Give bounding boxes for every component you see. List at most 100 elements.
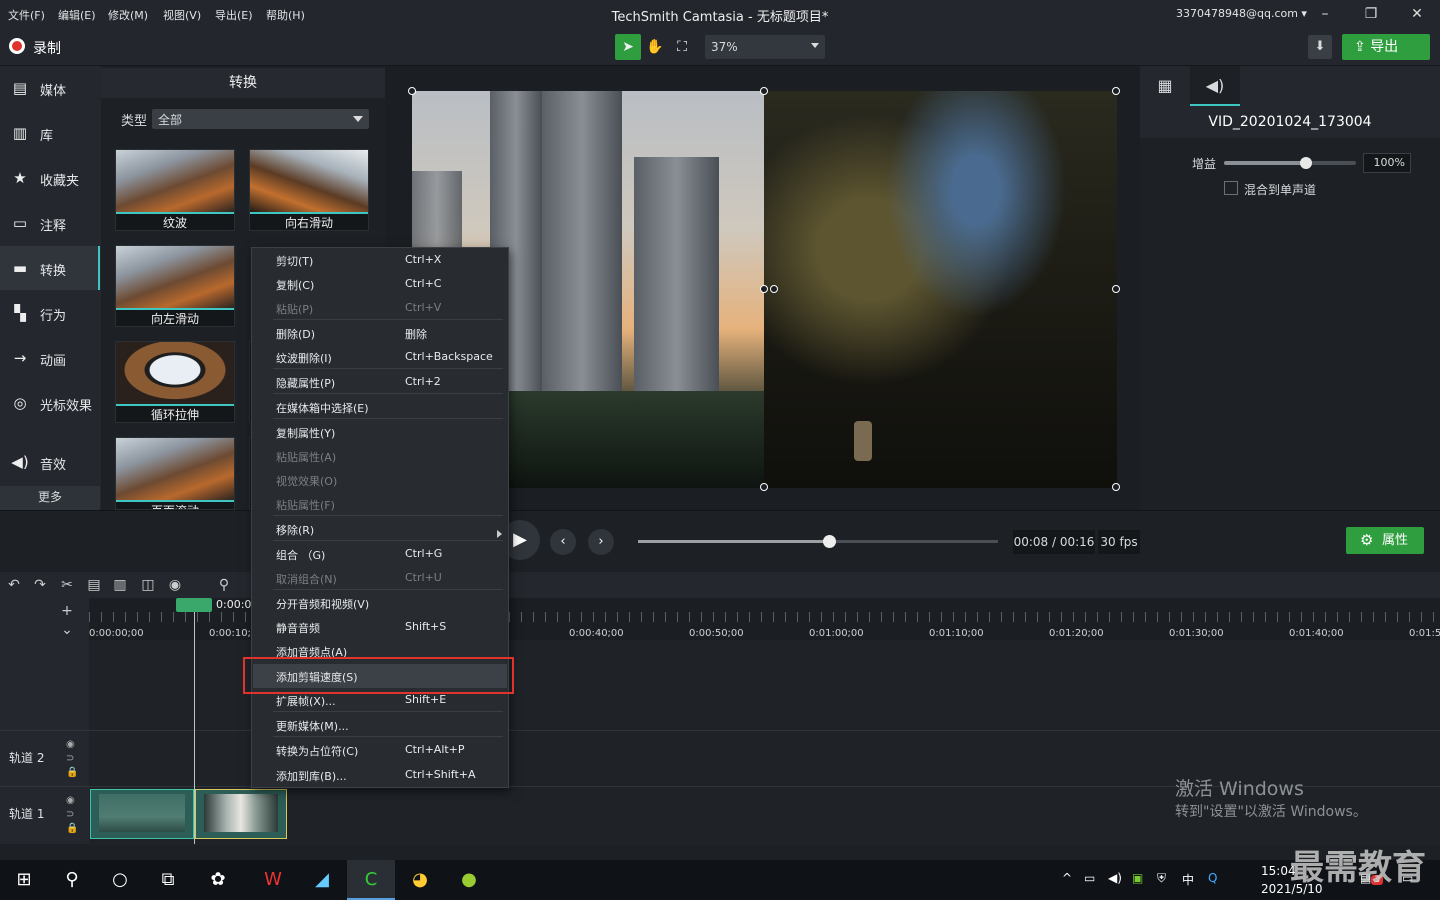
- menu-item-label: 删除(D): [276, 328, 316, 341]
- resize-handle[interactable]: [760, 483, 768, 491]
- resize-handle[interactable]: [408, 87, 416, 95]
- context-menu-item[interactable]: 移除(R): [253, 517, 507, 541]
- type-select[interactable]: 全部: [152, 109, 369, 129]
- previous-icon[interactable]: ‹: [550, 529, 576, 555]
- undo-icon[interactable]: ↶: [5, 576, 23, 594]
- select-tool-icon[interactable]: ➤: [615, 34, 641, 60]
- restore-icon[interactable]: ❐: [1356, 4, 1386, 24]
- app-icon[interactable]: ✿: [194, 860, 242, 900]
- network-icon[interactable]: ▭: [1084, 871, 1095, 885]
- task-view-icon[interactable]: ⧉: [144, 860, 192, 900]
- context-menu-item[interactable]: 组合 （G) Ctrl+G: [253, 542, 507, 566]
- context-menu-item[interactable]: 更新媒体(M)...: [253, 713, 507, 737]
- zoom-select[interactable]: 37%: [705, 35, 825, 59]
- close-icon[interactable]: ✕: [1402, 4, 1432, 24]
- context-menu-item[interactable]: 静音音频 Shift+S: [253, 615, 507, 639]
- search-icon[interactable]: ⚲: [215, 576, 233, 594]
- gain-input[interactable]: 100%: [1363, 153, 1411, 173]
- audio-tab-icon[interactable]: ◀): [1190, 66, 1240, 106]
- add-track-icon[interactable]: +: [58, 602, 76, 620]
- security-icon[interactable]: ⛨: [1157, 871, 1166, 886]
- wps-icon[interactable]: W: [249, 860, 297, 900]
- sidebar-item-library[interactable]: ▥ 库: [0, 111, 100, 155]
- paste-icon[interactable]: ▥: [111, 576, 129, 594]
- context-menu-item[interactable]: 剪切(T) Ctrl+X: [253, 248, 507, 272]
- track-visibility-icon[interactable]: ◉ ⊃ 🔒: [66, 794, 78, 836]
- qq-icon[interactable]: Q: [1208, 871, 1217, 885]
- transition-thumb[interactable]: 向左滑动: [115, 245, 235, 327]
- menu-separator: [273, 736, 503, 737]
- sidebar-item-favorites[interactable]: ★ 收藏夹: [0, 156, 100, 200]
- context-menu-item[interactable]: 添加到库(B)... Ctrl+Shift+A: [253, 763, 507, 787]
- resize-handle[interactable]: [1112, 87, 1120, 95]
- sidebar-item-transitions[interactable]: ▬ 转换: [0, 246, 100, 290]
- context-menu-item[interactable]: 复制(C) Ctrl+C: [253, 272, 507, 296]
- resize-handle[interactable]: [1112, 483, 1120, 491]
- timeline-clip[interactable]: [90, 789, 194, 839]
- visual-tab-icon[interactable]: ▦: [1140, 66, 1190, 106]
- highlight-box: [243, 657, 514, 694]
- track-label[interactable]: 轨道 2: [9, 749, 44, 766]
- sidebar-item-behaviors[interactable]: ▚ 行为: [0, 291, 100, 335]
- track-visibility-icon[interactable]: ◉ ⊃ 🔒: [66, 738, 78, 780]
- transition-thumb[interactable]: 循环拉伸: [115, 341, 235, 423]
- menu-item-shortcut: Ctrl+2: [405, 375, 441, 388]
- scrub-handle[interactable]: [822, 535, 836, 548]
- account-menu[interactable]: 3370478948@qq.com ▾: [1176, 7, 1307, 20]
- redo-icon[interactable]: ↷: [31, 576, 49, 594]
- context-menu-item[interactable]: 纹波删除(I) Ctrl+Backspace: [253, 345, 507, 369]
- resize-handle[interactable]: [770, 285, 778, 293]
- app-icon[interactable]: ◢: [298, 860, 346, 900]
- pan-tool-icon[interactable]: ✋: [642, 34, 668, 60]
- resize-handle[interactable]: [760, 87, 768, 95]
- playhead-handle[interactable]: [176, 598, 212, 612]
- sidebar-item-annotations[interactable]: ▭ 注释: [0, 201, 100, 245]
- context-menu-item[interactable]: 转换为占位符(C) Ctrl+Alt+P: [253, 738, 507, 762]
- next-icon[interactable]: ›: [588, 529, 614, 555]
- ime-indicator[interactable]: 中: [1182, 871, 1194, 888]
- crop-tool-icon[interactable]: ⛶: [669, 34, 695, 60]
- context-menu-item[interactable]: 在媒体箱中选择(E): [253, 395, 507, 419]
- camtasia-icon[interactable]: C: [347, 860, 395, 900]
- menu-item-shortcut: 删除: [405, 328, 427, 341]
- search-icon[interactable]: ⚲: [48, 860, 96, 900]
- split-icon[interactable]: ◫: [139, 576, 157, 594]
- export-button[interactable]: ⇪ 导出: [1342, 34, 1430, 60]
- download-icon[interactable]: ⬇: [1308, 35, 1332, 59]
- context-menu-item[interactable]: 分开音频和视频(V): [253, 591, 507, 615]
- transition-thumb[interactable]: 向右滑动: [249, 149, 369, 231]
- properties-button[interactable]: ⚙ 属性: [1346, 527, 1424, 554]
- windows-start-icon[interactable]: ⊞: [0, 860, 48, 900]
- copy-icon[interactable]: ▤: [85, 576, 103, 594]
- minimize-icon[interactable]: –: [1310, 4, 1340, 24]
- more-button[interactable]: 更多: [0, 486, 100, 510]
- collapse-icon[interactable]: ⌄: [58, 621, 76, 639]
- resize-handle[interactable]: [1112, 285, 1120, 293]
- transition-thumb[interactable]: 页面滚动: [115, 437, 235, 510]
- track-label[interactable]: 轨道 1: [9, 805, 44, 822]
- context-menu-item[interactable]: 隐藏属性(P) Ctrl+2: [253, 370, 507, 394]
- sidebar-item-audio-effects[interactable]: ◀) 音效: [0, 440, 100, 484]
- tray-chevron-icon[interactable]: ^: [1062, 871, 1072, 885]
- sidebar-item-cursor-effects[interactable]: ◎ 光标效果: [0, 381, 100, 425]
- chrome-icon[interactable]: ◕: [396, 860, 444, 900]
- export-label: 导出: [1370, 39, 1399, 55]
- sidebar-item-media[interactable]: ▤ 媒体: [0, 66, 100, 110]
- menu-item-label: 粘贴属性(A): [276, 451, 337, 464]
- cut-icon[interactable]: ✂: [58, 576, 76, 594]
- nvidia-icon[interactable]: ▣: [1132, 871, 1143, 885]
- timeline-clip-selected[interactable]: [195, 789, 287, 839]
- volume-icon[interactable]: ◀): [1108, 871, 1122, 885]
- mono-checkbox[interactable]: [1224, 181, 1238, 195]
- record-button[interactable]: 录制: [33, 38, 61, 58]
- sidebar-item-animations[interactable]: → 动画: [0, 336, 100, 380]
- transition-thumb[interactable]: 纹波: [115, 149, 235, 231]
- resize-handle[interactable]: [760, 285, 768, 293]
- context-menu-item[interactable]: 删除(D) 删除: [253, 321, 507, 345]
- cortana-icon[interactable]: ○: [96, 860, 144, 900]
- record-icon[interactable]: [9, 38, 25, 54]
- context-menu-item[interactable]: 复制属性(Y): [253, 420, 507, 444]
- app-icon[interactable]: ●: [445, 860, 493, 900]
- snapshot-icon[interactable]: ◉: [166, 576, 184, 594]
- gain-slider-handle[interactable]: [1299, 157, 1312, 169]
